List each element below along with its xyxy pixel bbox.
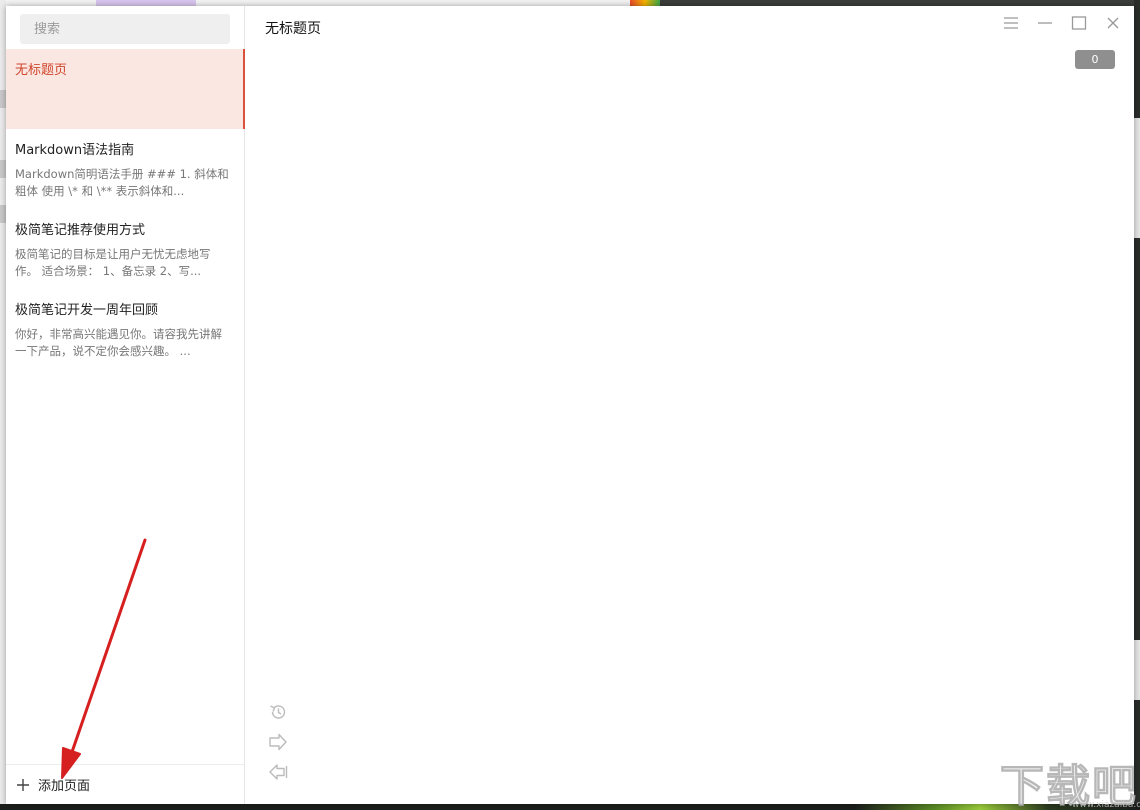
editor-tools [268, 702, 288, 782]
note-item-recommended-usage[interactable]: 极简笔记推荐使用方式 极简笔记的目标是让用户无忧无虑地写作。 适合场景： 1、备… [6, 209, 245, 289]
maximize-icon [1071, 16, 1087, 30]
editor-pane[interactable]: 无标题页 0 [246, 6, 1134, 804]
window-controls [996, 10, 1128, 36]
note-title: 极简笔记推荐使用方式 [15, 223, 146, 238]
page-title[interactable]: 无标题页 [265, 18, 321, 38]
collapse-left-icon[interactable] [268, 762, 288, 782]
note-title: Markdown语法指南 [15, 143, 135, 158]
note-title: 极简笔记开发一周年回顾 [15, 303, 159, 318]
close-icon [1107, 17, 1119, 29]
add-page-label: 添加页面 [38, 779, 91, 794]
background-segment [1134, 640, 1140, 700]
note-preview: Markdown简明语法手册 ### 1. 斜体和粗体 使用 \* 和 \** … [15, 167, 229, 198]
maximize-button[interactable] [1064, 10, 1094, 36]
add-page-button[interactable]: 添加页面 [6, 764, 245, 804]
minimize-button[interactable] [1030, 10, 1060, 36]
close-button[interactable] [1098, 10, 1128, 36]
search-input[interactable] [20, 14, 230, 44]
note-list: 无标题页 Markdown语法指南 Markdown简明语法手册 ### 1. … [6, 49, 245, 369]
word-count-badge: 0 [1075, 50, 1115, 69]
sidebar: 无标题页 Markdown语法指南 Markdown简明语法手册 ### 1. … [6, 6, 245, 804]
minimize-icon [1038, 22, 1052, 24]
menu-button[interactable] [996, 10, 1026, 36]
note-preview: 极简笔记的目标是让用户无忧无虑地写作。 适合场景： 1、备忘录 2、写... [15, 247, 211, 278]
note-preview: 你好，非常高兴能遇见你。请容我先讲解一下产品，说不定你会感兴趣。 ... [15, 327, 222, 358]
background-desktop-bottom [0, 804, 1140, 810]
app-window: 无标题页 Markdown语法指南 Markdown简明语法手册 ### 1. … [6, 6, 1134, 804]
share-icon[interactable] [268, 732, 288, 752]
plus-icon [17, 778, 29, 791]
watermark-url: www.xiazaiba.com [1072, 800, 1140, 810]
note-title: 无标题页 [15, 63, 68, 78]
history-icon[interactable] [268, 702, 288, 722]
note-item-untitled[interactable]: 无标题页 [6, 49, 245, 129]
background-right-edge [1134, 0, 1140, 810]
note-item-anniversary-review[interactable]: 极简笔记开发一周年回顾 你好，非常高兴能遇见你。请容我先讲解一下产品，说不定你会… [6, 289, 245, 369]
hamburger-menu-icon [1004, 17, 1018, 29]
note-item-markdown-guide[interactable]: Markdown语法指南 Markdown简明语法手册 ### 1. 斜体和粗体… [6, 129, 245, 209]
background-segment [1134, 118, 1140, 238]
note-preview [15, 86, 231, 120]
site-watermark: 下载吧 www.xiazaiba.com [1000, 750, 1140, 810]
